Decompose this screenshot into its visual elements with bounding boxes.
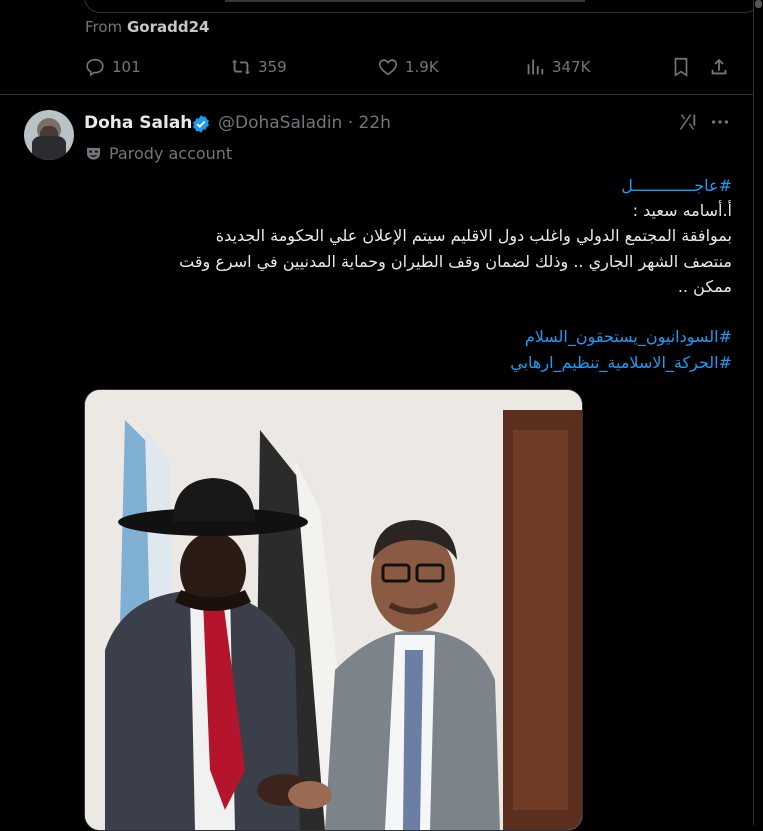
repost-icon [231, 59, 251, 75]
bookmark-icon [674, 57, 688, 77]
verified-badge-icon[interactable] [191, 114, 211, 134]
like-count: 1.9K [405, 58, 439, 76]
repost-button[interactable]: 359 [230, 56, 287, 78]
views-count: 347K [552, 58, 591, 76]
hashtag-islamic-movement[interactable]: #الحركة_الاسلامية_تنظيم_ارهابي [340, 350, 732, 375]
tweet-line-3: منتصف الشهر الجاري .. وذلك لضمان وقف الط… [179, 252, 732, 271]
handle-and-time[interactable]: @DohaSaladin · 22h [218, 113, 391, 133]
views-icon [527, 59, 544, 75]
tweet-line-1: أ.أسامه سعيد : [632, 201, 732, 220]
display-name[interactable]: Doha Salah [84, 113, 192, 133]
grok-icon[interactable] [676, 111, 698, 133]
timeline-column: From Goradd24 101 359 1.9K 347K Doha Sal… [0, 0, 761, 831]
hashtag-sudanese-peace[interactable]: #السودانيون_يستحقون_السلام [340, 324, 732, 349]
bookmark-button[interactable] [670, 56, 692, 78]
views-button[interactable]: 347K [524, 56, 590, 78]
parody-label: Parody account [86, 144, 232, 163]
tweet-line-4: ممكن .. [677, 277, 732, 296]
media-source: From Goradd24 [85, 18, 209, 36]
tweet-line-2: بموافقة المجتمع الدولي واغلب دول الاقليم… [215, 226, 732, 245]
tweet-divider [0, 94, 753, 95]
like-button[interactable]: 1.9K [377, 56, 439, 78]
parody-label-text: Parody account [109, 144, 233, 163]
reply-count: 101 [112, 58, 141, 76]
previous-media-image [225, 0, 585, 2]
previous-tweet-media[interactable] [84, 0, 761, 13]
tweet-photo[interactable] [84, 389, 583, 831]
from-prefix: From [85, 18, 123, 36]
from-user-link[interactable]: Goradd24 [127, 18, 210, 36]
previous-tweet-actions: 101 359 1.9K 347K [84, 56, 734, 80]
avatar-veil [32, 136, 66, 160]
hashtag-breaking[interactable]: #عاجـــــــــــــل [340, 173, 732, 198]
parody-mask-icon [86, 147, 101, 160]
share-icon [711, 58, 727, 75]
heart-icon [378, 59, 398, 76]
repost-count: 359 [258, 58, 287, 76]
scrollbar-thumb[interactable] [755, 0, 762, 8]
reply-icon [86, 58, 104, 77]
share-button[interactable] [708, 56, 730, 78]
avatar[interactable] [24, 110, 74, 160]
more-options-icon[interactable] [709, 111, 731, 133]
reply-button[interactable]: 101 [84, 56, 141, 78]
scrollbar[interactable] [754, 0, 763, 825]
photo-illustration [85, 390, 582, 830]
